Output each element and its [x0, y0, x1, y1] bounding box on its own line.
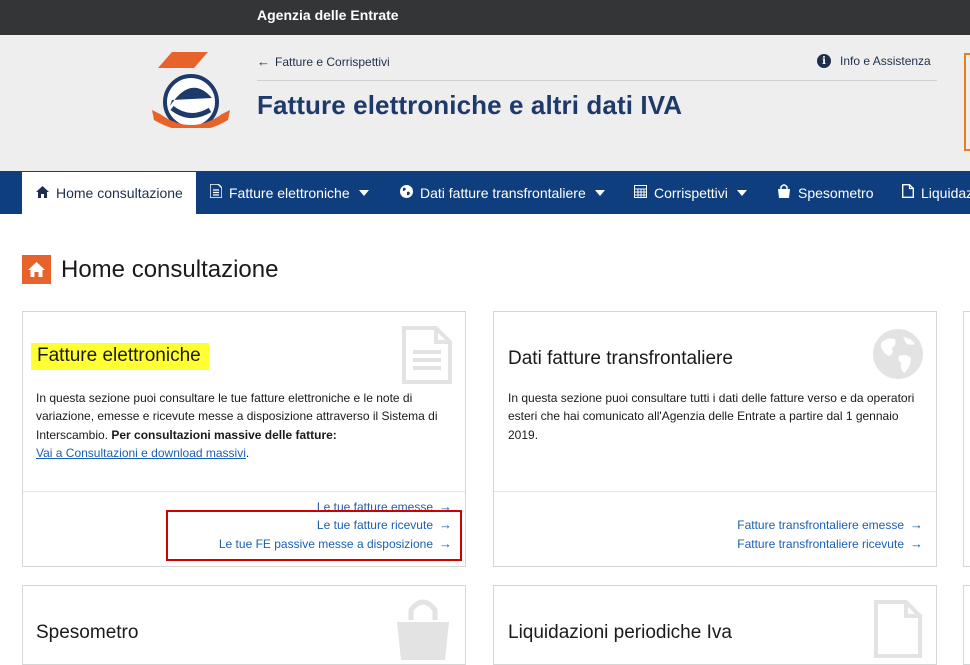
arrow-right-icon: → — [910, 517, 923, 532]
document-icon — [402, 326, 452, 384]
file-icon — [874, 600, 922, 658]
nav-liquidazioni[interactable]: Liquidaz — [902, 171, 970, 214]
back-link-label: Fatture e Corrispettivi — [275, 55, 390, 69]
card-divider — [23, 491, 465, 492]
nav-label: Spesometro — [798, 184, 874, 201]
card-description: In questa sezione puoi consultare tutti … — [508, 391, 915, 442]
card-dati-fatture-transfrontaliere: Dati fatture transfrontaliere In questa … — [493, 311, 937, 567]
file-icon — [902, 184, 914, 201]
chevron-down-icon — [594, 189, 605, 196]
arrow-right-icon: → — [910, 536, 923, 551]
info-link-label: Info e Assistenza — [840, 54, 931, 68]
card-title: Fatture elettroniche — [31, 343, 209, 370]
nav-dati-fatture-transfrontaliere[interactable]: Dati fatture transfrontaliere — [400, 171, 605, 214]
globe-icon — [400, 184, 413, 201]
card-partial-right — [963, 311, 970, 567]
card-liquidazioni-periodiche: Liquidazioni periodiche Iva — [493, 585, 937, 665]
card-description: In questa sezione puoi consultare le tue… — [36, 391, 438, 460]
link-label: Fatture transfrontaliere emesse — [737, 517, 904, 532]
link-transfrontaliere-ricevute[interactable]: Fatture transfrontaliere ricevute → — [737, 536, 923, 551]
nav-fatture-elettroniche[interactable]: Fatture elettroniche — [209, 171, 369, 214]
link-transfrontaliere-emesse[interactable]: Fatture transfrontaliere emesse → — [737, 517, 923, 532]
info-assistenza-link[interactable]: i Info e Assistenza — [817, 54, 931, 68]
nav-label: Dati fatture transfrontaliere — [420, 184, 586, 201]
page-heading: Home consultazione — [22, 255, 278, 284]
chevron-down-icon — [358, 189, 369, 196]
massive-download-link[interactable]: Vai a Consultazioni e download massivi — [36, 446, 246, 460]
globe-icon — [873, 329, 923, 379]
orange-side-panel — [964, 53, 970, 151]
main-navbar: Home consultazione Fatture elettroniche … — [0, 171, 970, 214]
card-spesometro: Spesometro — [22, 585, 466, 665]
link-label: Fatture transfrontaliere ricevute — [737, 536, 904, 551]
annotation-highlight-box — [166, 510, 462, 561]
page-title: Home consultazione — [61, 255, 279, 283]
agency-name[interactable]: Agenzia delle Entrate — [257, 7, 399, 23]
top-bar: Agenzia delle Entrate — [0, 0, 970, 35]
header-divider — [257, 80, 937, 81]
shopping-bag-icon — [397, 599, 449, 660]
arrow-left-icon: ← — [257, 54, 270, 69]
card-divider — [494, 491, 936, 492]
nav-label: Liquidaz — [921, 184, 970, 201]
document-icon — [209, 183, 223, 201]
nav-label: Corrispettivi — [654, 184, 728, 201]
nav-corrispettivi[interactable]: Corrispettivi — [634, 171, 747, 214]
nav-spesometro[interactable]: Spesometro — [777, 171, 873, 214]
back-to-fatture-link[interactable]: ← Fatture e Corrispettivi — [257, 54, 390, 69]
shopping-bag-icon — [777, 184, 791, 201]
card-title: Dati fatture transfrontaliere — [508, 348, 733, 369]
home-icon — [36, 185, 49, 201]
card-title: Spesometro — [36, 622, 139, 643]
nav-label: Fatture elettroniche — [229, 184, 350, 201]
nav-home-consultazione[interactable]: Home consultazione — [22, 171, 196, 214]
card-partial-right — [963, 585, 970, 665]
nav-label: Home consultazione — [56, 185, 183, 201]
chevron-down-icon — [736, 189, 747, 196]
home-icon — [22, 255, 51, 284]
site-title: Fatture elettroniche e altri dati IVA — [257, 90, 683, 120]
info-icon: i — [817, 54, 831, 68]
description-bold: Per consultazioni massive delle fatture: — [111, 427, 337, 442]
site-header: ← Fatture e Corrispettivi i Info e Assist… — [0, 35, 970, 171]
calculator-icon — [634, 184, 647, 201]
card-title: Liquidazioni periodiche Iva — [508, 622, 732, 643]
agenzia-logo-icon[interactable] — [150, 52, 232, 128]
